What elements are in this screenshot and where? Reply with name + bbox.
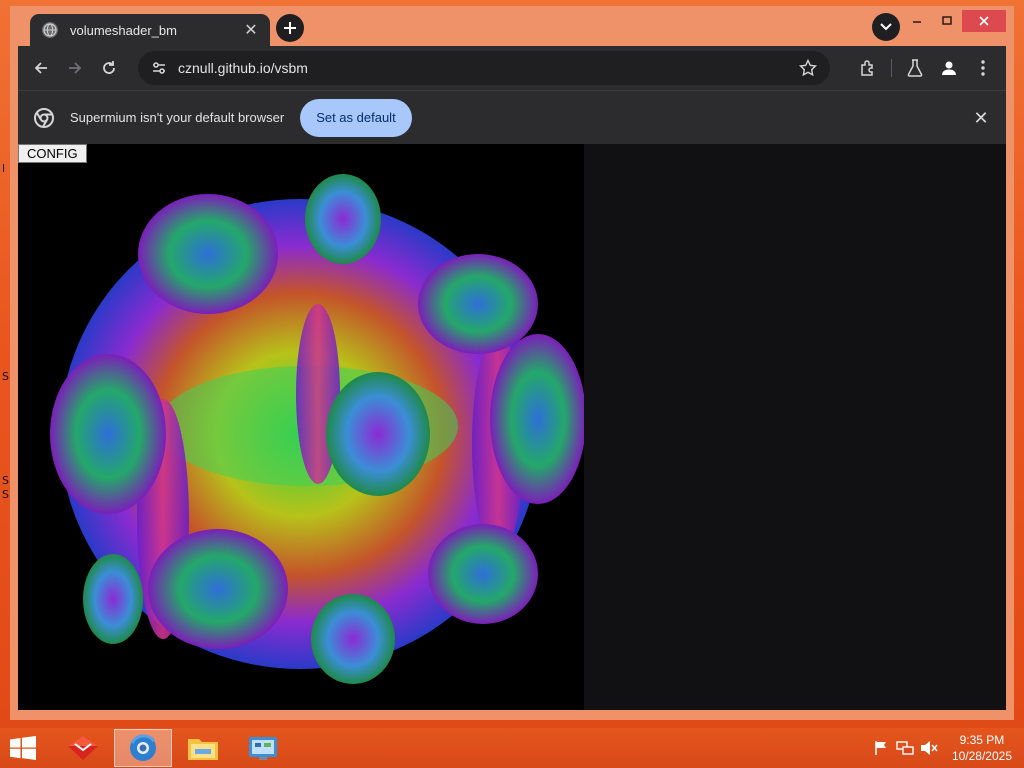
taskbar-app-explorer[interactable] bbox=[174, 729, 232, 767]
maximize-button[interactable] bbox=[932, 10, 962, 32]
forward-arrow-icon bbox=[69, 62, 82, 74]
chrome-logo-icon bbox=[34, 107, 54, 128]
windows-logo-icon bbox=[10, 736, 36, 760]
desktop-icon-label: S bbox=[2, 370, 9, 383]
desktop-icon-label: S bbox=[2, 488, 9, 501]
toolbar-right bbox=[851, 51, 1000, 85]
reload-button[interactable] bbox=[92, 51, 126, 85]
tab-strip: volumeshader_bm ✕ bbox=[10, 6, 1014, 46]
address-bar[interactable]: cznull.github.io/vsbm bbox=[138, 51, 830, 85]
window-close-button[interactable] bbox=[962, 10, 1006, 32]
infobar-message: Supermium isn't your default browser bbox=[70, 110, 285, 125]
tab-title: volumeshader_bm bbox=[70, 22, 177, 38]
back-arrow-icon bbox=[34, 62, 47, 74]
control-panel-icon bbox=[249, 737, 277, 760]
url-text[interactable]: cznull.github.io/vsbm bbox=[178, 60, 796, 76]
plus-icon bbox=[284, 22, 296, 34]
bookmark-button[interactable] bbox=[796, 56, 820, 80]
extensions-button[interactable] bbox=[851, 51, 885, 85]
config-button[interactable]: CONFIG bbox=[18, 144, 87, 163]
toolbar-separator bbox=[891, 59, 892, 77]
fractal-render bbox=[50, 174, 584, 684]
desktop-icon-label: S bbox=[2, 474, 9, 487]
window-controls bbox=[902, 10, 1006, 32]
new-tab-button[interactable] bbox=[276, 14, 304, 42]
labs-button[interactable] bbox=[898, 51, 932, 85]
browser-toolbar: cznull.github.io/vsbm bbox=[18, 46, 1006, 90]
shader-canvas[interactable]: CONFIG bbox=[18, 144, 584, 710]
globe-icon bbox=[42, 22, 58, 38]
system-tray: 9:35 PM 10/28/2025 bbox=[870, 728, 1012, 768]
close-icon[interactable]: ✕ bbox=[970, 107, 992, 129]
profile-icon bbox=[942, 61, 956, 75]
clock[interactable]: 9:35 PM 10/28/2025 bbox=[952, 732, 1012, 764]
close-icon bbox=[979, 16, 989, 26]
menu-button[interactable] bbox=[966, 51, 1000, 85]
speaker-muted-icon[interactable] bbox=[918, 737, 940, 759]
network-icon[interactable] bbox=[894, 737, 916, 759]
maximize-icon bbox=[942, 16, 952, 25]
taskbar: 9:35 PM 10/28/2025 bbox=[0, 728, 1024, 768]
close-icon[interactable]: ✕ bbox=[242, 21, 260, 39]
more-vert-icon bbox=[981, 60, 985, 76]
folder-icon bbox=[188, 739, 218, 760]
minimize-button[interactable] bbox=[902, 10, 932, 32]
taskbar-app-control-panel[interactable] bbox=[234, 729, 292, 767]
set-as-default-button[interactable]: Set as default bbox=[300, 98, 412, 137]
app-icon bbox=[68, 736, 98, 760]
labs-flask-icon bbox=[907, 59, 923, 77]
clock-date: 10/28/2025 bbox=[951, 749, 1012, 763]
desktop-icon-label: l bbox=[2, 162, 6, 175]
taskbar-app-browser[interactable] bbox=[114, 729, 172, 767]
page-content: CONFIG bbox=[18, 144, 1006, 710]
extensions-icon bbox=[861, 60, 873, 76]
clock-time: 9:35 PM bbox=[959, 733, 1005, 747]
tab-search-button[interactable] bbox=[872, 13, 900, 41]
reload-icon bbox=[103, 61, 115, 74]
chevron-down-icon bbox=[880, 23, 892, 31]
browser-window: volumeshader_bm ✕ cznull.github.io/vsbm … bbox=[10, 6, 1014, 720]
flag-icon[interactable] bbox=[870, 737, 892, 759]
site-settings-icon[interactable] bbox=[148, 57, 170, 79]
star-icon bbox=[799, 59, 817, 77]
start-button[interactable] bbox=[0, 728, 46, 768]
back-button[interactable] bbox=[24, 51, 58, 85]
forward-button[interactable] bbox=[58, 51, 92, 85]
profile-button[interactable] bbox=[932, 51, 966, 85]
browser-icon bbox=[130, 734, 156, 761]
taskbar-app-1[interactable] bbox=[54, 729, 112, 767]
tab-volumeshader[interactable]: volumeshader_bm ✕ bbox=[30, 14, 270, 46]
minimize-icon bbox=[913, 21, 921, 23]
default-browser-infobar: Supermium isn't your default browser Set… bbox=[18, 90, 1006, 144]
